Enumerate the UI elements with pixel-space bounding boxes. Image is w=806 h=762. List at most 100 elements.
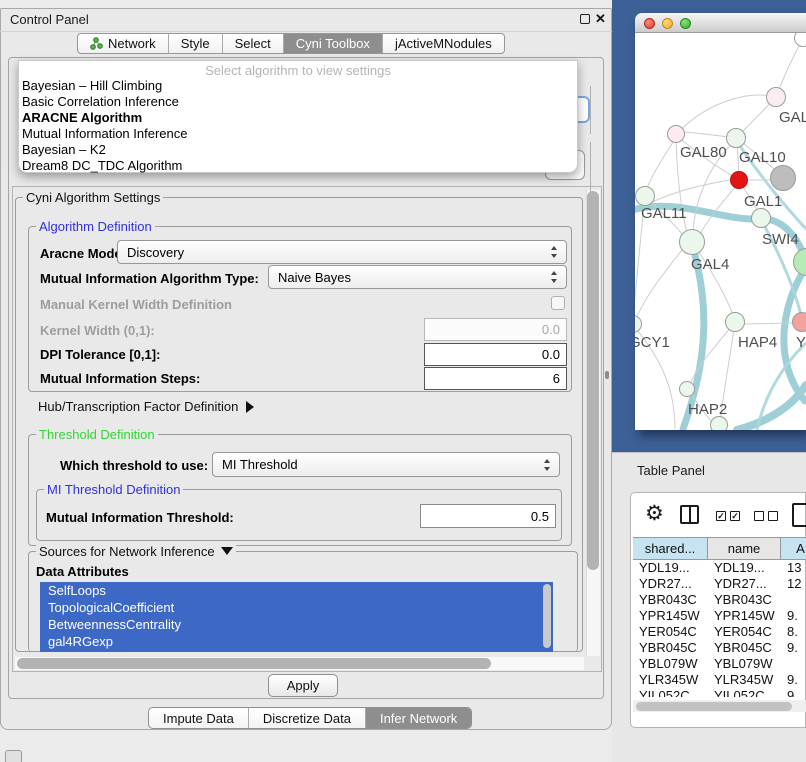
table-cell: YBL079W: [633, 656, 708, 672]
splitter-handle[interactable]: [605, 371, 609, 379]
tab-network[interactable]: Network: [78, 34, 169, 53]
mi-type-value: Naive Bayes: [278, 270, 351, 285]
table-row[interactable]: YDL19...YDL19...13: [633, 560, 806, 576]
network-node-HAP2[interactable]: [679, 381, 695, 397]
network-node-Y[interactable]: [792, 312, 806, 332]
table-header-row: shared...nameA: [633, 537, 806, 560]
tab-style[interactable]: Style: [169, 34, 223, 53]
tab-label: Cyni Toolbox: [296, 36, 370, 51]
tab-cyni-toolbox[interactable]: Cyni Toolbox: [284, 34, 383, 53]
mi-steps-value: 6: [553, 371, 560, 386]
dpi-tolerance-field[interactable]: 0.0: [424, 343, 567, 366]
manual-kernel-checkbox[interactable]: [551, 296, 565, 310]
mi-type-select[interactable]: Naive Bayes: [268, 265, 567, 289]
table-row[interactable]: YLR345WYLR345W9.: [633, 672, 806, 688]
network-node-GAL10[interactable]: [726, 128, 746, 148]
table-cell: YIL052C: [708, 688, 781, 697]
mi-threshold-value: 0.5: [531, 509, 549, 524]
sources-title[interactable]: Sources for Network Inference: [36, 544, 236, 559]
tab-label: jActiveMNodules: [395, 36, 492, 51]
table-row[interactable]: YPR145WYPR145W9.: [633, 608, 806, 624]
network-node-label: GAL4: [691, 256, 729, 273]
attribute-item[interactable]: gal4RGexp: [40, 633, 553, 650]
data-attributes-list[interactable]: SelfLoopsTopologicalCoefficientBetweenne…: [40, 582, 553, 652]
algorithm-option[interactable]: Bayesian – K2: [19, 142, 577, 158]
bottom-tab-impute-data[interactable]: Impute Data: [149, 708, 249, 728]
tab-jactivemnodules[interactable]: jActiveMNodules: [383, 34, 504, 53]
algorithm-option[interactable]: Basic Correlation Inference: [19, 94, 577, 110]
attribute-item[interactable]: BetweennessCentrality: [40, 616, 553, 633]
expanded-arrow-icon: [221, 547, 233, 555]
tab-label: Style: [181, 36, 210, 51]
table-function-icon[interactable]: [792, 503, 806, 527]
table-row[interactable]: YBR043CYBR043C: [633, 592, 806, 608]
table-cell: 9.: [781, 672, 806, 688]
column-header[interactable]: A: [781, 538, 806, 559]
table-cell: 9.: [781, 608, 806, 624]
apply-button-label: Apply: [287, 678, 320, 693]
algorithm-option[interactable]: Bayesian – Hill Climbing: [19, 78, 577, 94]
window-close-button[interactable]: [644, 18, 655, 29]
network-node-GAL1[interactable]: [730, 171, 748, 189]
network-node-GAL80[interactable]: [667, 125, 685, 143]
column-header[interactable]: shared...: [633, 538, 708, 559]
vertical-scrollbar-thumb[interactable]: [587, 191, 599, 570]
apply-button[interactable]: Apply: [268, 674, 338, 697]
window-minimize-button[interactable]: [662, 18, 673, 29]
network-node-label: GCY1: [635, 334, 670, 351]
table-row[interactable]: YIL052CYIL052C9.: [633, 688, 806, 697]
table-row[interactable]: YDR27...YDR27...12: [633, 576, 806, 592]
float-panel-icon[interactable]: [580, 14, 590, 24]
dpi-tolerance-label: DPI Tolerance [0,1]:: [40, 347, 160, 362]
minimized-panel-icon[interactable]: [5, 750, 22, 762]
table-row[interactable]: YBR045CYBR045C9.: [633, 640, 806, 656]
network-node-label: HAP4: [738, 334, 777, 351]
mi-threshold-field[interactable]: 0.5: [420, 504, 556, 528]
column-header[interactable]: name: [708, 538, 781, 559]
hub-definition-toggle[interactable]: Hub/Transcription Factor Definition: [38, 399, 254, 414]
table-cell: YLR345W: [633, 672, 708, 688]
table-horizontal-scrollbar-thumb[interactable]: [636, 702, 792, 711]
table-cell: 8.: [781, 624, 806, 640]
network-node-SWI4[interactable]: [751, 208, 771, 228]
network-node-GAL[interactable]: [766, 87, 786, 107]
select-all-checkboxes-icon[interactable]: ✓ ✓: [716, 511, 740, 521]
attribute-item[interactable]: SelfLoops: [40, 582, 553, 599]
bottom-tab-infer-network[interactable]: Infer Network: [366, 708, 471, 728]
horizontal-scrollbar-thumb[interactable]: [17, 658, 491, 669]
algorithm-option[interactable]: ARACNE Algorithm: [19, 110, 577, 126]
hub-definition-label: Hub/Transcription Factor Definition: [38, 399, 238, 414]
attributes-scrollbar-thumb[interactable]: [543, 584, 551, 648]
network-node-label: GAL80: [680, 144, 727, 161]
mi-threshold-label: Mutual Information Threshold:: [46, 510, 234, 525]
aracne-mode-select[interactable]: Discovery: [117, 240, 567, 264]
network-node-GAL11[interactable]: [635, 186, 655, 206]
close-panel-icon[interactable]: ✕: [595, 11, 606, 27]
attribute-item[interactable]: TopologicalCoefficient: [40, 599, 553, 616]
network-node-HAP4[interactable]: [725, 312, 745, 332]
network-node[interactable]: [710, 416, 728, 430]
mi-steps-field[interactable]: 6: [424, 367, 567, 390]
bottom-tab-discretize-data[interactable]: Discretize Data: [249, 708, 366, 728]
table-row[interactable]: YBL079WYBL079W: [633, 656, 806, 672]
network-window-titlebar[interactable]: [635, 13, 806, 33]
kernel-width-label: Kernel Width (0,1):: [40, 323, 155, 338]
table-cell: YER054C: [633, 624, 708, 640]
algorithm-dropdown-placeholder: Select algorithm to view settings: [19, 61, 577, 78]
control-panel-title: Control Panel: [10, 12, 89, 27]
deselect-all-checkboxes-icon[interactable]: [754, 511, 778, 521]
network-node-GAL4[interactable]: [679, 229, 705, 255]
algorithm-option[interactable]: Mutual Information Inference: [19, 126, 577, 142]
network-canvas[interactable]: GALGAL80GAL10GAL1GAL11SWI4GAL4GCY1HAP4YH…: [635, 33, 806, 430]
window-zoom-button[interactable]: [680, 18, 691, 29]
table-row[interactable]: YER054CYER054C8.: [633, 624, 806, 640]
table-cell: 13: [781, 560, 806, 576]
which-threshold-select[interactable]: MI Threshold: [212, 452, 560, 477]
gear-icon[interactable]: ⚙: [645, 502, 664, 526]
kernel-width-field[interactable]: 0.0: [424, 318, 567, 341]
tab-select[interactable]: Select: [223, 34, 284, 53]
algorithm-option[interactable]: Dream8 DC_TDC Algorithm: [19, 158, 577, 174]
columns-icon[interactable]: [680, 505, 699, 524]
network-node-label: GAL10: [739, 149, 786, 166]
network-node[interactable]: [770, 165, 796, 191]
